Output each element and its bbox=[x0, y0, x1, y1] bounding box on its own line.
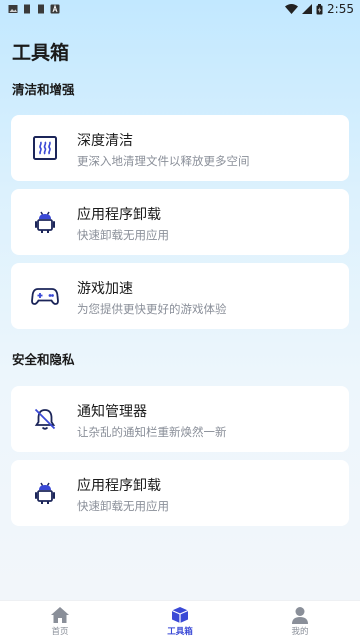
nav-home[interactable]: 首页 bbox=[0, 601, 120, 641]
gamepad-icon bbox=[29, 280, 61, 312]
card-desc: 快速卸载无用应用 bbox=[77, 228, 169, 242]
status-left-icons bbox=[8, 4, 60, 14]
card-desc: 快速卸载无用应用 bbox=[77, 499, 169, 513]
card-notification-manager[interactable]: 通知管理器 让杂乱的通知栏重新焕然一新 bbox=[11, 386, 349, 452]
status-right-icons: 2:55 bbox=[285, 2, 354, 16]
card-desc: 让杂乱的通知栏重新焕然一新 bbox=[77, 425, 227, 439]
signal-icon bbox=[302, 4, 313, 14]
card-title: 深度清洁 bbox=[77, 133, 133, 149]
card-game-boost[interactable]: 游戏加速 为您提供更快更好的游戏体验 bbox=[11, 263, 349, 329]
nav-toolbox[interactable]: 工具箱 bbox=[120, 601, 240, 641]
sd-card-icon bbox=[24, 4, 30, 14]
card-title: 通知管理器 bbox=[77, 404, 147, 420]
bell-off-icon bbox=[29, 403, 61, 435]
status-time: 2:55 bbox=[327, 2, 354, 16]
app-a-icon bbox=[50, 4, 60, 14]
status-bar: 2:55 bbox=[0, 0, 360, 18]
card-title: 应用程序卸载 bbox=[77, 478, 161, 494]
card-title: 应用程序卸载 bbox=[77, 207, 161, 223]
section-title-clean: 清洁和增强 bbox=[12, 82, 75, 97]
image-icon bbox=[8, 5, 18, 13]
wifi-icon bbox=[285, 4, 299, 14]
nav-home-label: 首页 bbox=[51, 626, 69, 637]
battery-icon bbox=[316, 3, 323, 14]
card-app-uninstall[interactable]: 应用程序卸载 快速卸载无用应用 bbox=[11, 189, 349, 255]
sd-card-icon bbox=[38, 4, 44, 14]
card-desc: 更深入地清理文件以释放更多空间 bbox=[77, 154, 250, 168]
card-app-uninstall-2[interactable]: 应用程序卸载 快速卸载无用应用 bbox=[11, 460, 349, 526]
card-deep-clean[interactable]: 深度清洁 更深入地清理文件以释放更多空间 bbox=[11, 115, 349, 181]
nav-profile-label: 我的 bbox=[291, 626, 309, 637]
android-icon bbox=[29, 477, 61, 509]
bottom-nav: 首页 工具箱 我的 bbox=[0, 600, 360, 641]
user-icon bbox=[292, 606, 308, 624]
card-title: 游戏加速 bbox=[77, 281, 133, 297]
section-title-security: 安全和隐私 bbox=[12, 352, 75, 367]
card-desc: 为您提供更快更好的游戏体验 bbox=[77, 302, 227, 316]
heater-icon bbox=[29, 132, 61, 164]
page-title: 工具箱 bbox=[12, 42, 70, 64]
nav-profile[interactable]: 我的 bbox=[240, 601, 360, 641]
home-icon bbox=[51, 606, 69, 623]
nav-toolbox-label: 工具箱 bbox=[167, 626, 193, 637]
toolbox-icon bbox=[171, 606, 189, 623]
android-icon bbox=[29, 206, 61, 238]
